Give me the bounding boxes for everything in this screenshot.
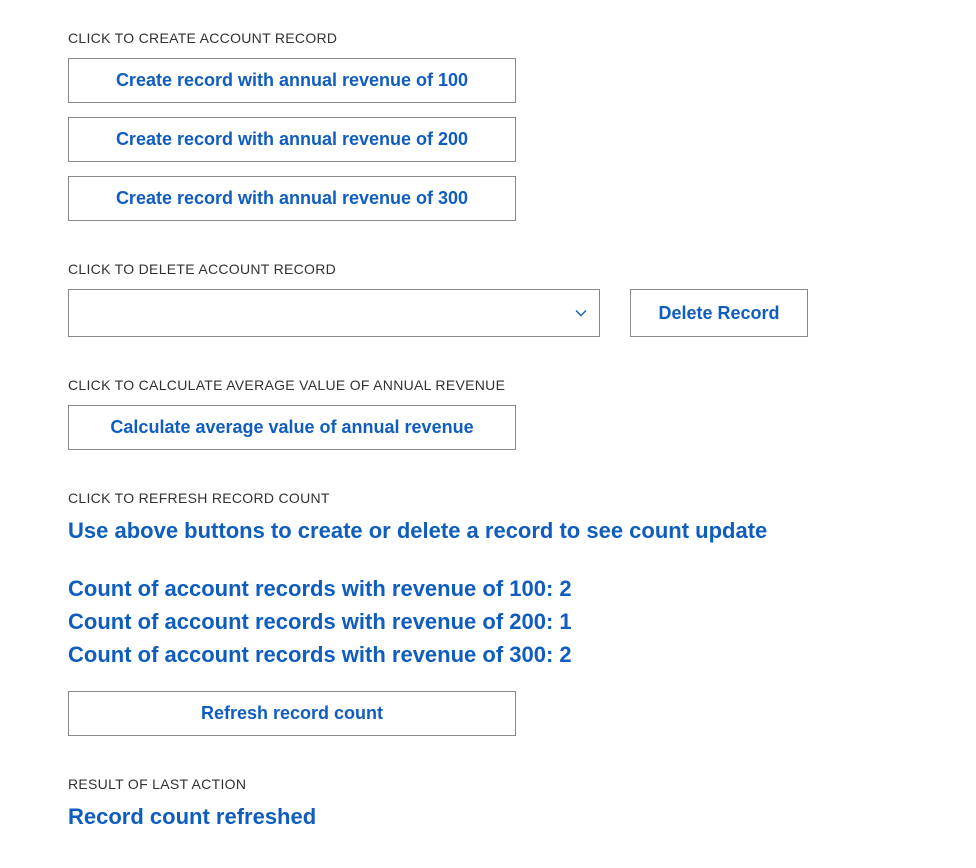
create-record-300-button[interactable]: Create record with annual revenue of 300 (68, 176, 516, 221)
result-section: RESULT OF LAST ACTION Record count refre… (68, 776, 908, 830)
create-section: CLICK TO CREATE ACCOUNT RECORD Create re… (68, 30, 908, 221)
calculate-label: CLICK TO CALCULATE AVERAGE VALUE OF ANNU… (68, 377, 908, 393)
count-line-300: Count of account records with revenue of… (68, 638, 908, 671)
delete-row: Delete Record (68, 289, 908, 337)
calculate-average-button[interactable]: Calculate average value of annual revenu… (68, 405, 516, 450)
calculate-section: CLICK TO CALCULATE AVERAGE VALUE OF ANNU… (68, 377, 908, 450)
create-label: CLICK TO CREATE ACCOUNT RECORD (68, 30, 908, 46)
create-button-stack: Create record with annual revenue of 100… (68, 58, 908, 221)
count-line-100: Count of account records with revenue of… (68, 572, 908, 605)
count-lines: Count of account records with revenue of… (68, 572, 908, 671)
create-record-200-button[interactable]: Create record with annual revenue of 200 (68, 117, 516, 162)
delete-label: CLICK TO DELETE ACCOUNT RECORD (68, 261, 908, 277)
create-record-100-button[interactable]: Create record with annual revenue of 100 (68, 58, 516, 103)
result-label: RESULT OF LAST ACTION (68, 776, 908, 792)
refresh-label: CLICK TO REFRESH RECORD COUNT (68, 490, 908, 506)
count-line-200: Count of account records with revenue of… (68, 605, 908, 638)
chevron-down-icon (575, 306, 587, 320)
refresh-section: CLICK TO REFRESH RECORD COUNT Use above … (68, 490, 908, 736)
refresh-count-button[interactable]: Refresh record count (68, 691, 516, 736)
record-select-combobox[interactable] (68, 289, 600, 337)
refresh-info-text: Use above buttons to create or delete a … (68, 518, 908, 544)
delete-section: CLICK TO DELETE ACCOUNT RECORD Delete Re… (68, 261, 908, 337)
delete-record-button[interactable]: Delete Record (630, 289, 808, 337)
result-text: Record count refreshed (68, 804, 908, 830)
